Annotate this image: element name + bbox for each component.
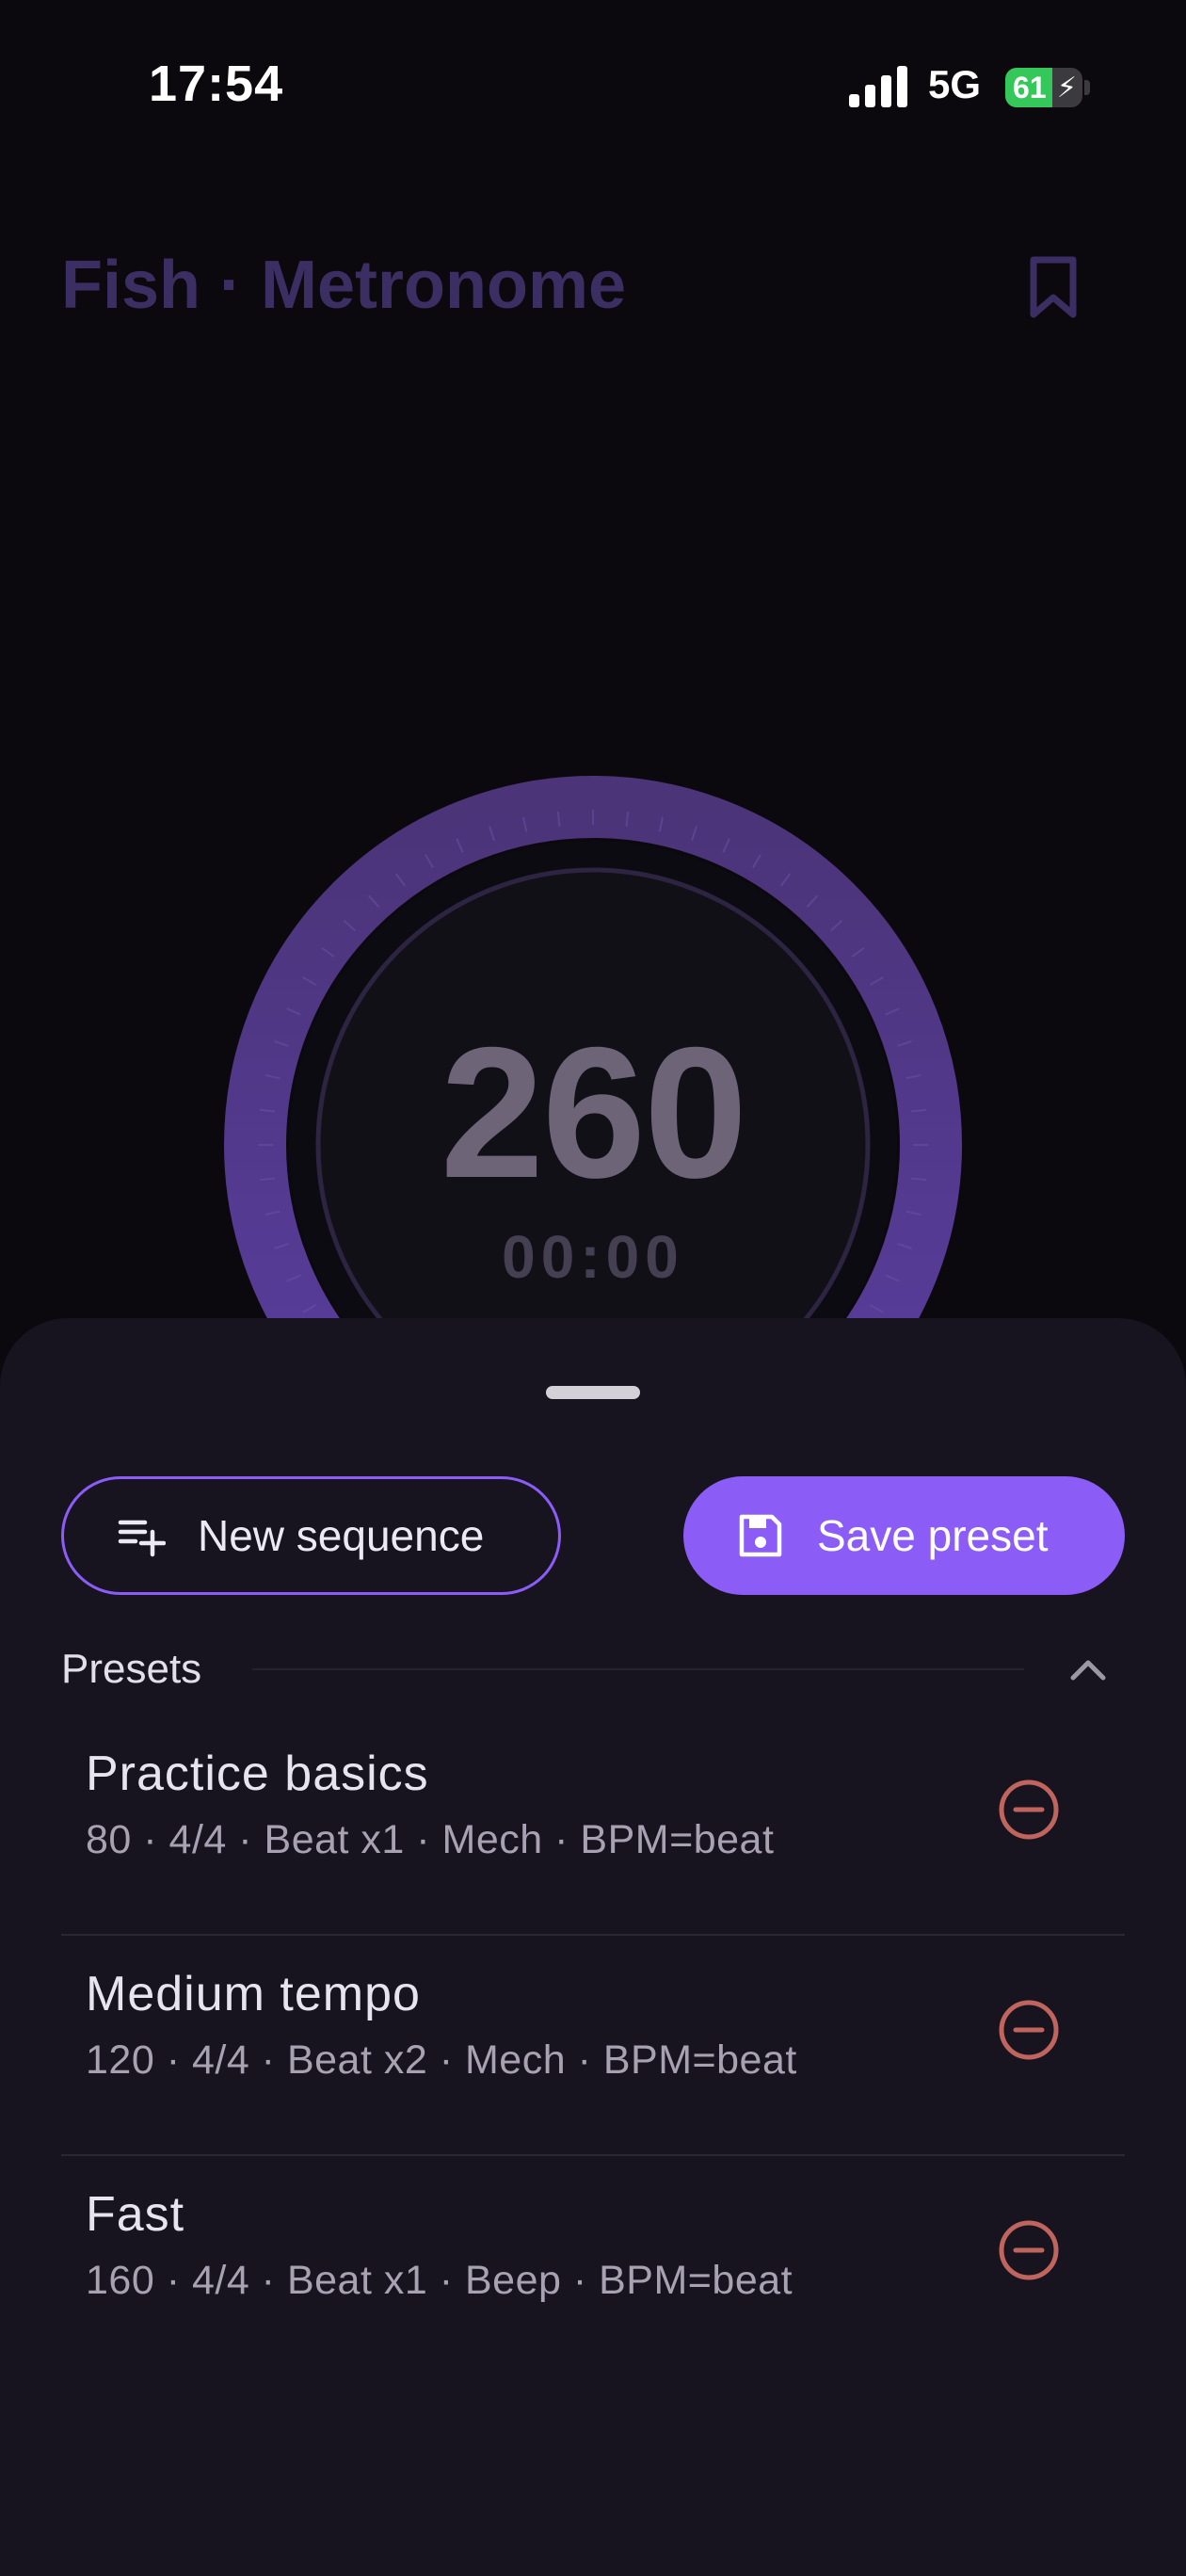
elapsed-timer: 00:00: [502, 1223, 684, 1291]
remove-circle-icon[interactable]: [995, 1996, 1063, 2064]
presets-divider: [252, 1668, 1024, 1670]
presets-heading: Presets: [61, 1646, 202, 1692]
sheet-grabber[interactable]: [546, 1386, 640, 1399]
new-sequence-button[interactable]: New sequence: [61, 1476, 561, 1595]
preset-item[interactable]: Medium tempo 120 · 4/4 · Beat x2 · Mech …: [61, 1936, 1125, 2156]
battery-percent: 61: [1013, 71, 1047, 105]
preset-item[interactable]: Fast 160 · 4/4 · Beat x1 · Beep · BPM=be…: [61, 2156, 1125, 2376]
preset-name: Fast: [86, 2187, 185, 2242]
bookmark-icon[interactable]: [1026, 254, 1081, 320]
preset-details: 160 · 4/4 · Beat x1 · Beep · BPM=beat: [86, 2258, 793, 2303]
battery-cap: [1084, 80, 1090, 95]
network-type: 5G: [928, 62, 982, 106]
save-preset-label: Save preset: [817, 1511, 1049, 1560]
preset-item[interactable]: Practice basics 80 · 4/4 · Beat x1 · Mec…: [61, 1715, 1125, 1936]
app-title: Fish · Metronome: [61, 248, 627, 323]
preset-name: Medium tempo: [86, 1967, 421, 2021]
new-sequence-label: New sequence: [198, 1511, 485, 1560]
preset-name: Practice basics: [86, 1747, 429, 1801]
remove-circle-icon[interactable]: [995, 2216, 1063, 2284]
status-time: 17:54: [149, 56, 284, 112]
bpm-value: 260: [440, 1008, 747, 1216]
remove-circle-icon[interactable]: [995, 1776, 1063, 1843]
preset-details: 80 · 4/4 · Beat x1 · Mech · BPM=beat: [86, 1817, 775, 1862]
battery-icon: 61 ⚡: [1005, 68, 1082, 107]
playlist-add-icon: [118, 1520, 166, 1557]
signal-icon: [849, 66, 907, 107]
save-icon: [739, 1514, 782, 1557]
chevron-up-icon[interactable]: [1067, 1650, 1109, 1687]
preset-details: 120 · 4/4 · Beat x2 · Mech · BPM=beat: [86, 2037, 797, 2083]
metronome-screen: 17:54 5G 61 ⚡ Fish · Metronome 260 00:00: [0, 0, 1186, 2576]
charging-bolt-icon: ⚡: [1056, 72, 1077, 104]
save-preset-button[interactable]: Save preset: [683, 1476, 1125, 1595]
